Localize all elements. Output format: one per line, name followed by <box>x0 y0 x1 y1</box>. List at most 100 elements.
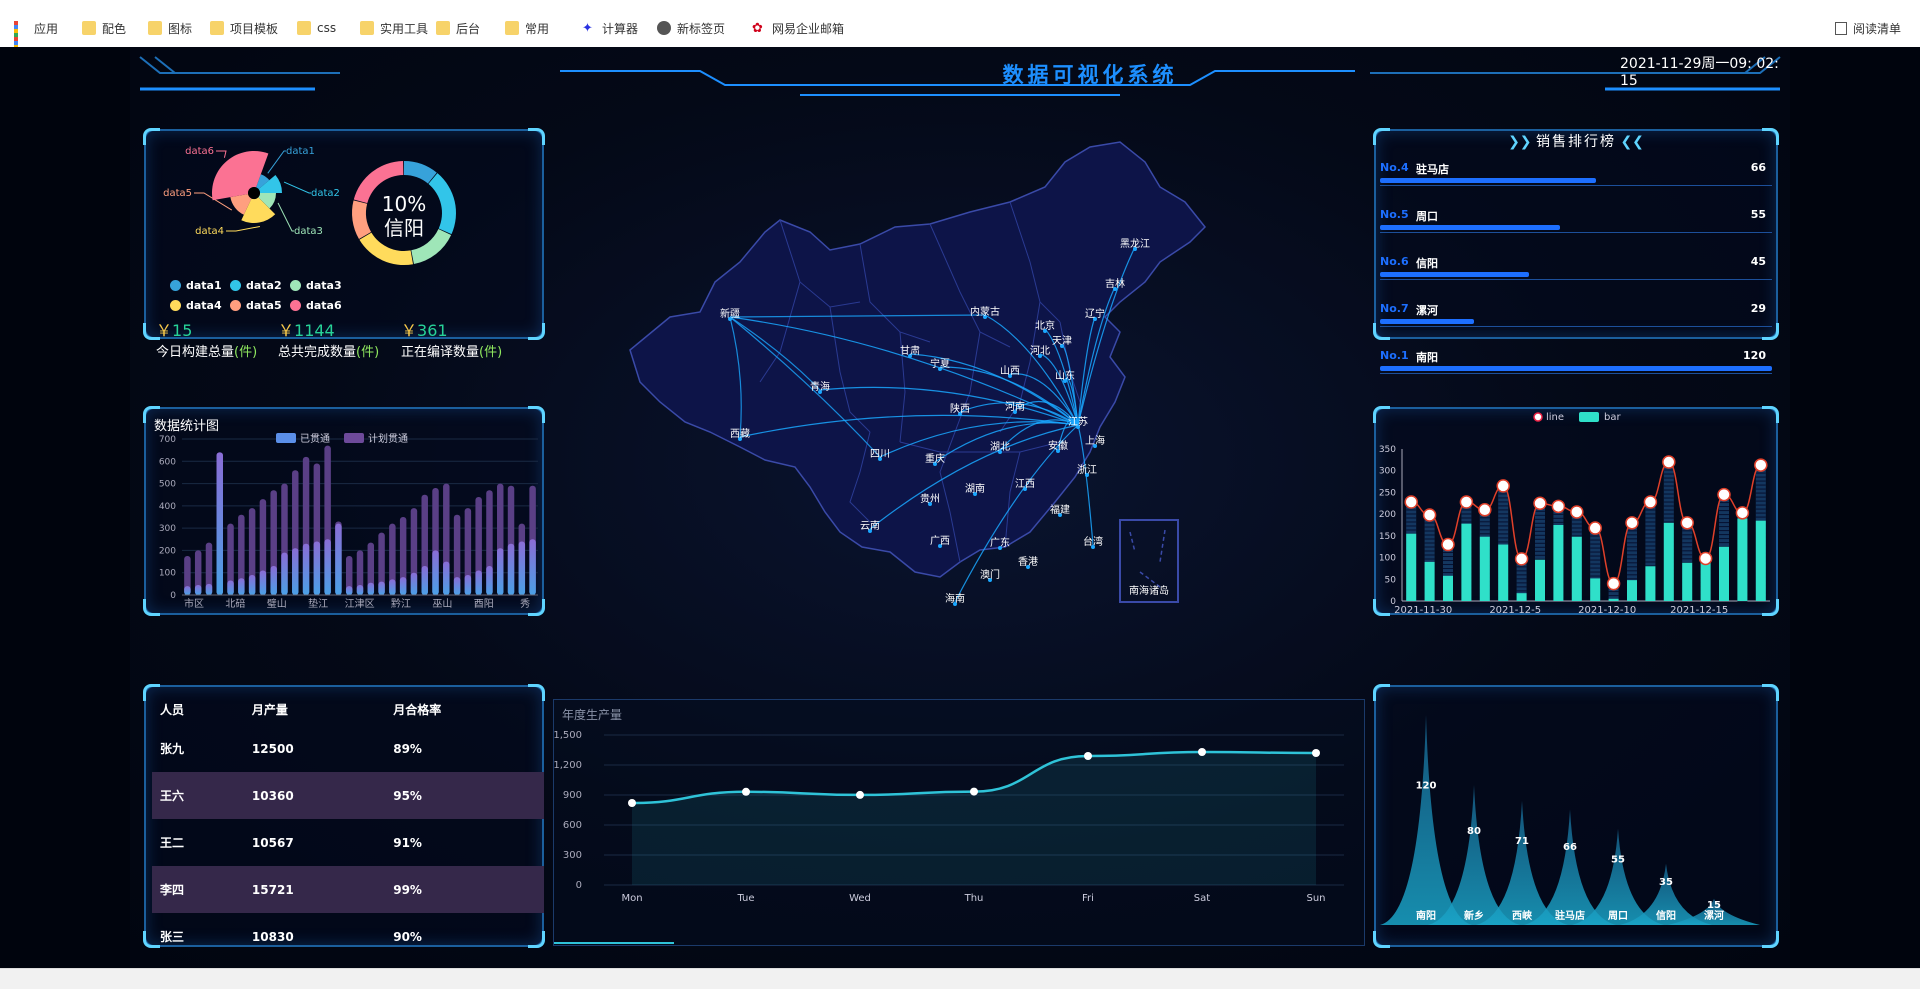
table-row[interactable]: 李四 15721 99% <box>152 866 544 913</box>
bookmark-4[interactable]: css <box>297 18 336 38</box>
line-point[interactable] <box>1422 508 1437 522</box>
province-label[interactable]: 江苏 <box>1068 415 1088 428</box>
line-point[interactable] <box>1698 551 1713 566</box>
bookmark-6[interactable]: 后台 <box>436 18 480 38</box>
line-point[interactable] <box>628 799 636 807</box>
legend-label[interactable]: 计划贯通 <box>368 432 408 445</box>
line-point[interactable] <box>1588 521 1602 535</box>
y-tick-label: 100 <box>159 569 176 579</box>
line-point[interactable] <box>1625 516 1639 530</box>
ranking-row[interactable]: No.6 信阳 45 <box>1380 255 1772 295</box>
province-label[interactable]: 山西 <box>1000 365 1020 377</box>
line-point[interactable] <box>856 790 864 799</box>
province-label[interactable]: 北京 <box>1035 319 1055 332</box>
ranking-row[interactable]: No.1 南阳 120 <box>1380 349 1772 389</box>
province-label[interactable]: 辽宁 <box>1085 307 1105 320</box>
province-label[interactable]: 云南 <box>860 519 880 532</box>
line-point[interactable] <box>1514 552 1529 566</box>
table-row[interactable]: 张九 12500 89% <box>152 725 544 772</box>
line-point[interactable] <box>1084 752 1092 760</box>
bookmark-5[interactable]: 实用工具 <box>360 18 428 38</box>
bookmark-8[interactable]: ✦ 计算器 <box>582 18 638 38</box>
ranking-row[interactable]: No.7 漯河 29 <box>1380 302 1772 342</box>
province-label[interactable]: 澳门 <box>980 568 1000 581</box>
province-label[interactable]: 内蒙古 <box>970 305 1000 318</box>
ranking-row[interactable]: No.4 驻马店 66 <box>1380 161 1772 201</box>
province-label[interactable]: 新疆 <box>720 307 740 320</box>
bookmark-7[interactable]: 常用 <box>505 18 549 38</box>
province-label[interactable]: 江西 <box>1015 478 1035 490</box>
province-label[interactable]: 贵州 <box>920 492 940 505</box>
bookmark-10[interactable]: ✿ 网易企业邮箱 <box>752 18 844 38</box>
province-label[interactable]: 天津 <box>1052 335 1072 347</box>
line-point[interactable] <box>1643 495 1658 509</box>
line-point[interactable] <box>1533 496 1547 511</box>
line-point[interactable] <box>742 787 750 796</box>
province-label[interactable]: 吉林 <box>1105 277 1125 290</box>
legend-item-data6[interactable]: data6 <box>290 299 342 312</box>
line-point[interactable] <box>1198 748 1206 756</box>
province-label[interactable]: 浙江 <box>1077 464 1097 476</box>
bookmark-9[interactable]: 新标签页 <box>657 18 725 38</box>
province-label[interactable]: 西藏 <box>730 428 750 440</box>
bookmark-3[interactable]: 项目模板 <box>210 18 278 38</box>
rank-bar <box>1380 319 1475 324</box>
province-label[interactable]: 四川 <box>870 449 890 460</box>
line-point[interactable] <box>1496 479 1510 493</box>
province-label[interactable]: 黑龙江 <box>1120 237 1150 250</box>
line-point[interactable] <box>1754 458 1768 472</box>
legend-label[interactable]: 已贯通 <box>300 433 330 445</box>
province-label[interactable]: 青海 <box>810 380 830 393</box>
province-label[interactable]: 海南 <box>945 592 965 605</box>
province-label[interactable]: 香港 <box>1018 556 1038 568</box>
bookmark-0[interactable]: 应用 <box>14 18 58 57</box>
horizontal-scrollbar[interactable] <box>0 968 1920 989</box>
line-point[interactable] <box>1717 487 1731 502</box>
legend-item-data5[interactable]: data5 <box>230 299 282 312</box>
table-cell: 李四 <box>160 883 185 897</box>
province-label[interactable]: 陕西 <box>950 402 970 415</box>
province-label[interactable]: 河南 <box>1005 400 1025 413</box>
line-point[interactable] <box>1404 495 1418 509</box>
province-label[interactable]: 重庆 <box>925 452 945 465</box>
line-point[interactable] <box>1680 516 1694 530</box>
province-label[interactable]: 福建 <box>1050 503 1070 516</box>
line-point[interactable] <box>1441 537 1455 552</box>
province-label[interactable]: 湖北 <box>990 441 1010 453</box>
line-point[interactable] <box>1570 505 1584 519</box>
legend-label[interactable]: bar <box>1604 412 1621 423</box>
line-point[interactable] <box>1662 455 1676 469</box>
table-row[interactable]: 王二 10567 91% <box>152 819 544 866</box>
province-label[interactable]: 广东 <box>990 536 1010 549</box>
province-label[interactable]: 安徽 <box>1048 439 1068 452</box>
line-point[interactable] <box>1606 576 1621 591</box>
line-point[interactable] <box>1459 495 1474 509</box>
reading-list-button[interactable]: 阅读清单 <box>1835 18 1901 38</box>
province-label[interactable]: 宁夏 <box>930 357 950 370</box>
legend-item-data2[interactable]: data2 <box>230 279 282 292</box>
line-point[interactable] <box>1735 506 1750 520</box>
province-label[interactable]: 湖南 <box>965 482 985 495</box>
province-label[interactable]: 甘肃 <box>900 344 920 357</box>
bookmark-2[interactable]: 图标 <box>148 18 192 38</box>
line-point[interactable] <box>970 787 978 796</box>
line-point[interactable] <box>1551 499 1566 514</box>
ranking-row[interactable]: No.5 周口 55 <box>1380 208 1772 248</box>
legend-item-data4[interactable]: data4 <box>170 299 222 312</box>
table-row[interactable]: 王六 10360 95% <box>152 772 544 819</box>
legend-item-data3[interactable]: data3 <box>290 279 342 292</box>
stat-label: 总共完成数量 <box>278 345 357 360</box>
bookmark-1[interactable]: 配色 <box>82 18 126 38</box>
province-label[interactable]: 河北 <box>1030 345 1050 357</box>
legend-label[interactable]: line <box>1546 412 1564 423</box>
province-label[interactable]: 上海 <box>1085 434 1105 447</box>
province-label[interactable]: 山东 <box>1055 369 1075 382</box>
legend-item-data1[interactable]: data1 <box>170 279 222 292</box>
line-point[interactable] <box>1478 503 1492 517</box>
province-label[interactable]: 广西 <box>930 535 950 547</box>
y-tick-label: 300 <box>159 524 176 534</box>
page-title: 数据可视化系统 <box>1002 63 1178 87</box>
line-point[interactable] <box>1312 749 1320 757</box>
province-label[interactable]: 台湾 <box>1083 535 1103 548</box>
table-row[interactable]: 张三 10830 90% <box>152 913 544 960</box>
